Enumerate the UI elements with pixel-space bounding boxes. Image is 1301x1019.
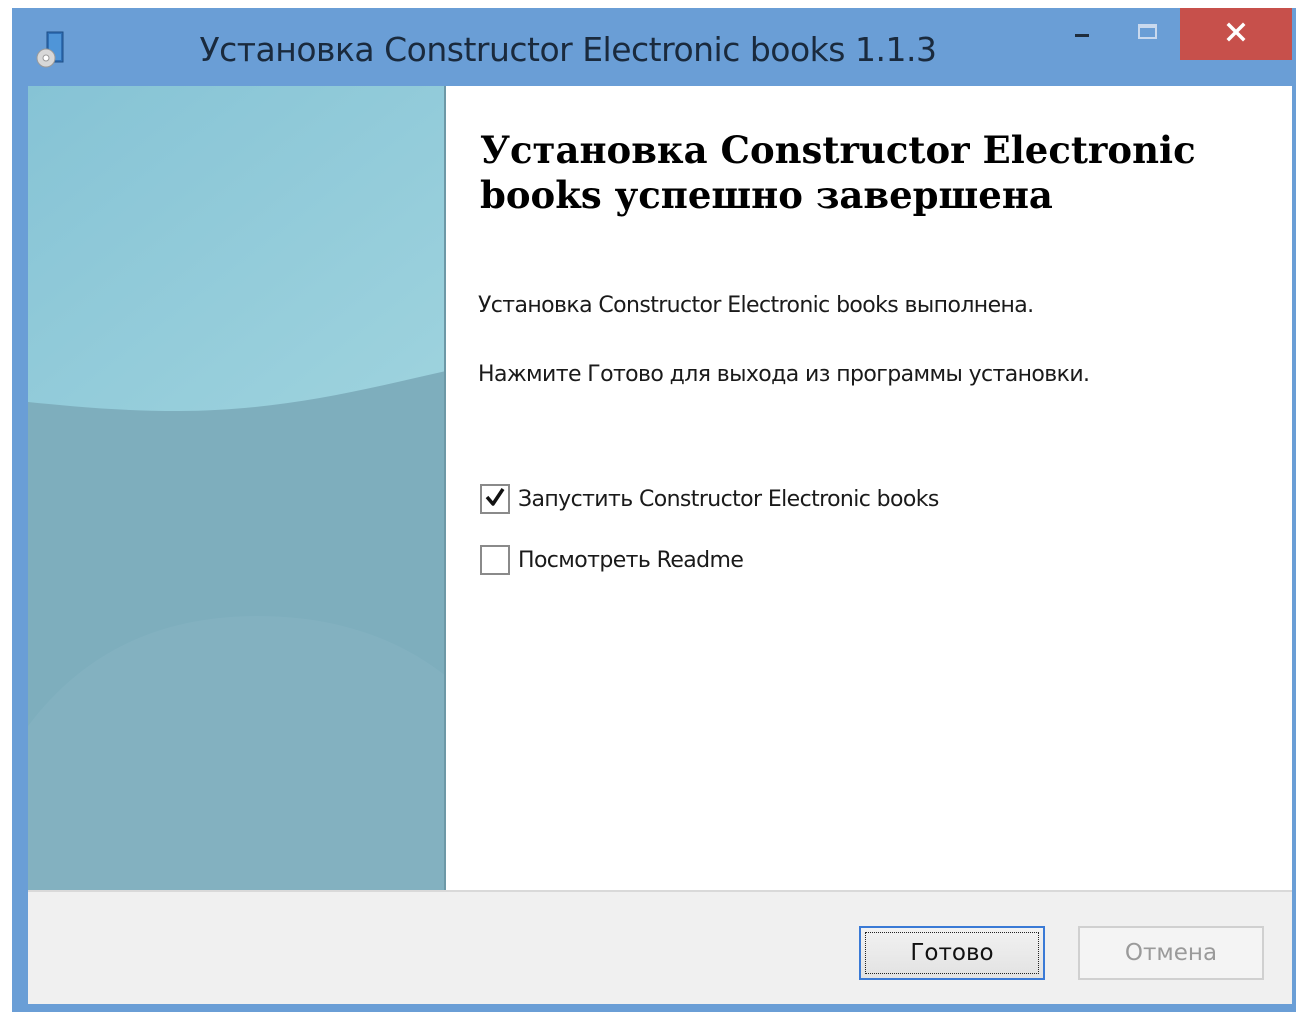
view-readme-label[interactable]: Посмотреть Readme	[518, 548, 744, 573]
launch-app-checkbox[interactable]	[480, 484, 510, 514]
cancel-button[interactable]: Отмена	[1078, 926, 1264, 980]
window-title: Установка Constructor Electronic books 1…	[199, 30, 937, 69]
page-title: Установка Constructor Electronic books у…	[480, 128, 1196, 217]
title-bar[interactable]: Установка Constructor Electronic books 1…	[12, 8, 1296, 86]
focus-ring	[865, 932, 1039, 974]
maximize-icon	[1137, 22, 1159, 46]
instruction-message: Нажмите Готово для выхода из программы у…	[478, 362, 1090, 387]
cancel-button-label: Отмена	[1124, 940, 1218, 966]
main-content-panel: Установка Constructor Electronic books у…	[448, 86, 1292, 890]
close-icon	[1225, 21, 1247, 47]
maximize-button[interactable]	[1126, 8, 1170, 60]
side-banner-image	[28, 86, 446, 890]
view-readme-option[interactable]: Посмотреть Readme	[480, 543, 744, 577]
minimize-icon	[1072, 22, 1092, 46]
minimize-button[interactable]	[1060, 8, 1104, 60]
finish-button[interactable]: Готово	[859, 926, 1045, 980]
close-button[interactable]	[1180, 8, 1292, 60]
installer-window: Установка Constructor Electronic books 1…	[12, 8, 1296, 1012]
checkmark-icon	[484, 486, 506, 512]
completion-message: Установка Constructor Electronic books в…	[478, 293, 1034, 318]
view-readme-checkbox[interactable]	[480, 545, 510, 575]
launch-app-option[interactable]: Запустить Constructor Electronic books	[480, 482, 939, 516]
dialog-client-area: Установка Constructor Electronic books у…	[28, 86, 1292, 1004]
launch-app-label[interactable]: Запустить Constructor Electronic books	[518, 487, 939, 512]
button-bar: Готово Отмена	[28, 890, 1292, 1004]
